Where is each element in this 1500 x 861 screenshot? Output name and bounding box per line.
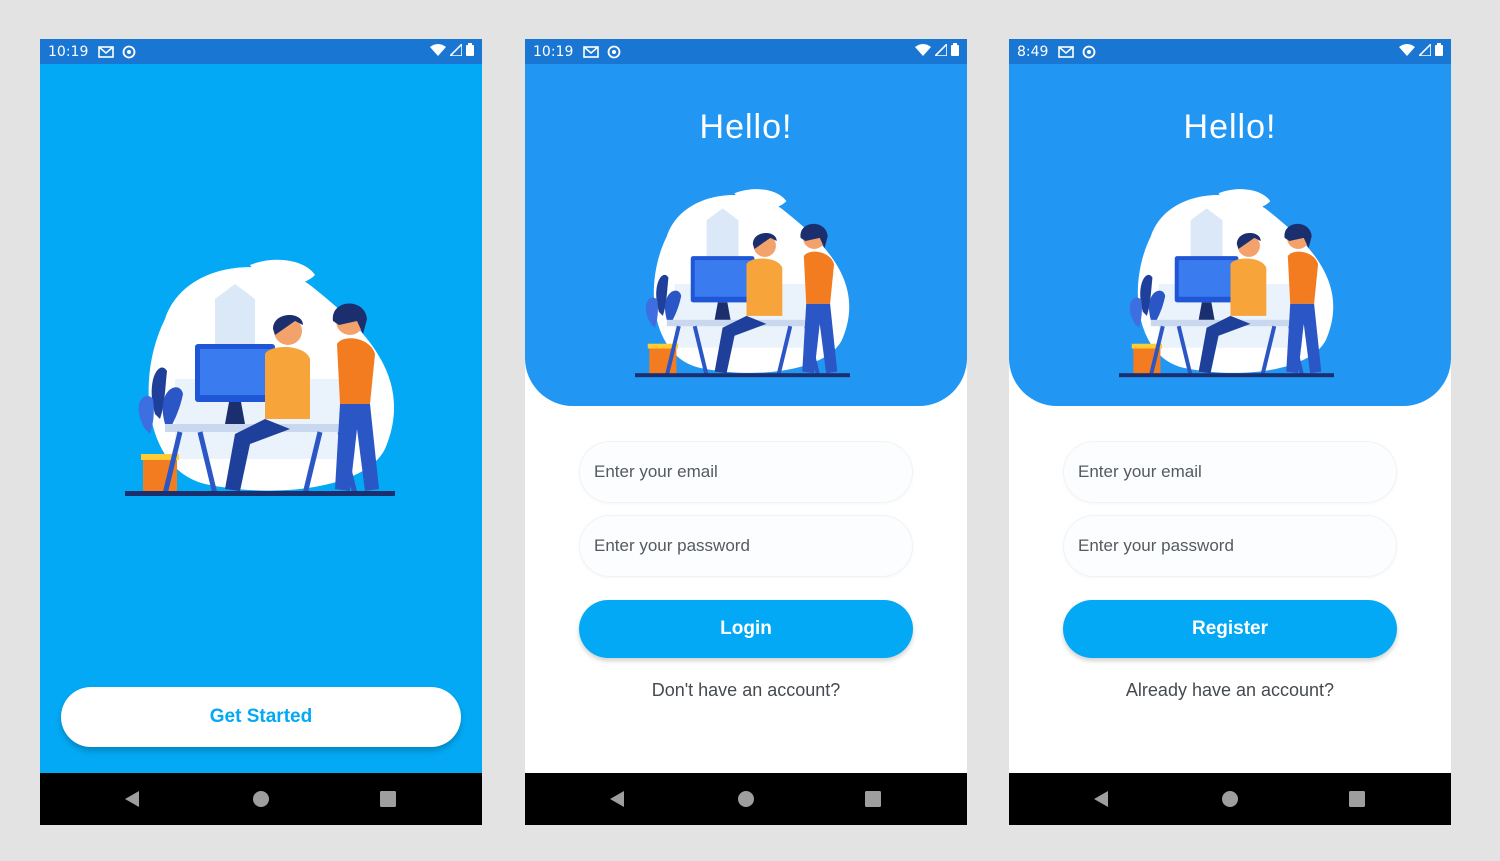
header-panel: Hello! [1009, 64, 1451, 406]
gmail-icon [583, 45, 600, 58]
wifi-icon [915, 43, 931, 60]
signal-icon [933, 41, 948, 60]
navigation-bar [40, 773, 482, 825]
wifi-icon [1399, 43, 1415, 60]
battery-icon [1435, 43, 1443, 60]
login-link[interactable]: Already have an account? [1009, 680, 1451, 701]
password-field[interactable] [579, 515, 913, 577]
get-started-button[interactable]: Get Started [61, 687, 461, 747]
back-icon[interactable] [602, 784, 632, 814]
signal-icon [1417, 41, 1432, 60]
home-icon[interactable] [246, 784, 276, 814]
welcome-screen: 10:19 Get Started [40, 39, 482, 825]
register-screen: 8:49 Hello! Register Already have an acc… [1009, 39, 1451, 825]
page-title: Hello! [699, 108, 793, 146]
status-time: 8:49 [1017, 43, 1049, 60]
gmail-icon [98, 45, 115, 58]
password-field[interactable] [1063, 515, 1397, 577]
back-icon[interactable] [117, 784, 147, 814]
home-icon[interactable] [1215, 784, 1245, 814]
home-icon[interactable] [731, 784, 761, 814]
sync-icon [1082, 45, 1096, 59]
register-button[interactable]: Register [1063, 600, 1397, 658]
back-icon[interactable] [1086, 784, 1116, 814]
recents-icon[interactable] [1342, 784, 1372, 814]
navigation-bar [525, 773, 967, 825]
recents-icon[interactable] [858, 784, 888, 814]
header-panel: Hello! [525, 64, 967, 406]
email-field[interactable] [1063, 441, 1397, 503]
status-bar: 8:49 [1009, 39, 1451, 64]
login-button[interactable]: Login [579, 600, 913, 658]
status-time: 10:19 [48, 43, 89, 60]
recents-icon[interactable] [373, 784, 403, 814]
battery-icon [466, 43, 474, 60]
office-teamwork-illustration [1119, 186, 1334, 386]
gmail-icon [1058, 45, 1075, 58]
status-time: 10:19 [533, 43, 574, 60]
signal-icon [448, 41, 463, 60]
navigation-bar [1009, 773, 1451, 825]
status-bar: 10:19 [525, 39, 967, 64]
page-title: Hello! [1183, 108, 1277, 146]
wifi-icon [430, 43, 446, 60]
sync-icon [122, 45, 136, 59]
office-teamwork-illustration [635, 186, 850, 386]
battery-icon [951, 43, 959, 60]
sync-icon [607, 45, 621, 59]
office-teamwork-illustration [125, 259, 395, 504]
register-link[interactable]: Don't have an account? [525, 680, 967, 701]
login-screen: 10:19 Hello! Login Don't have an account… [525, 39, 967, 825]
status-bar: 10:19 [40, 39, 482, 64]
email-field[interactable] [579, 441, 913, 503]
